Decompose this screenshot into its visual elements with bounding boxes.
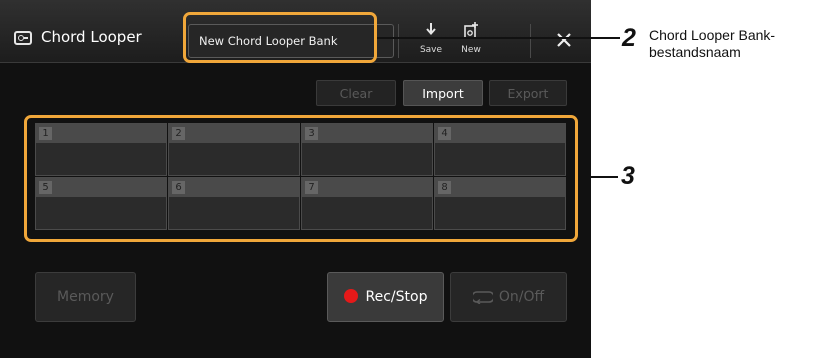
divider <box>530 24 531 58</box>
loop-icon <box>472 291 493 304</box>
record-icon <box>343 289 358 303</box>
on-off-button[interactable]: On/Off <box>450 272 567 322</box>
export-button[interactable]: Export <box>489 80 567 106</box>
new-button[interactable]: New <box>451 20 491 58</box>
rec-stop-button[interactable]: Rec/Stop <box>327 272 444 322</box>
chord-looper-icon <box>14 31 32 45</box>
divider <box>398 24 399 58</box>
memory-button[interactable]: Memory <box>35 272 136 322</box>
callout-2-text: Chord Looper Bank-bestandsnaam <box>649 27 776 60</box>
callout-2-number: 2 <box>622 24 636 52</box>
close-icon <box>557 33 571 47</box>
new-label: New <box>461 45 481 55</box>
callout-3-leader <box>578 176 618 178</box>
rec-stop-label: Rec/Stop <box>365 289 428 305</box>
callout-2-leader <box>377 37 620 39</box>
save-label: Save <box>419 45 443 55</box>
clear-button[interactable]: Clear <box>316 80 396 106</box>
close-button[interactable] <box>548 26 580 56</box>
app-title: Chord Looper <box>41 28 142 46</box>
on-off-label: On/Off <box>498 289 545 305</box>
memory-label: Memory <box>57 289 114 305</box>
pad-grid-highlight <box>24 115 578 242</box>
import-button[interactable]: Import <box>403 80 483 106</box>
save-button[interactable]: Save <box>411 20 451 58</box>
callout-3-number: 3 <box>621 162 635 190</box>
bank-name-highlight <box>183 12 377 63</box>
